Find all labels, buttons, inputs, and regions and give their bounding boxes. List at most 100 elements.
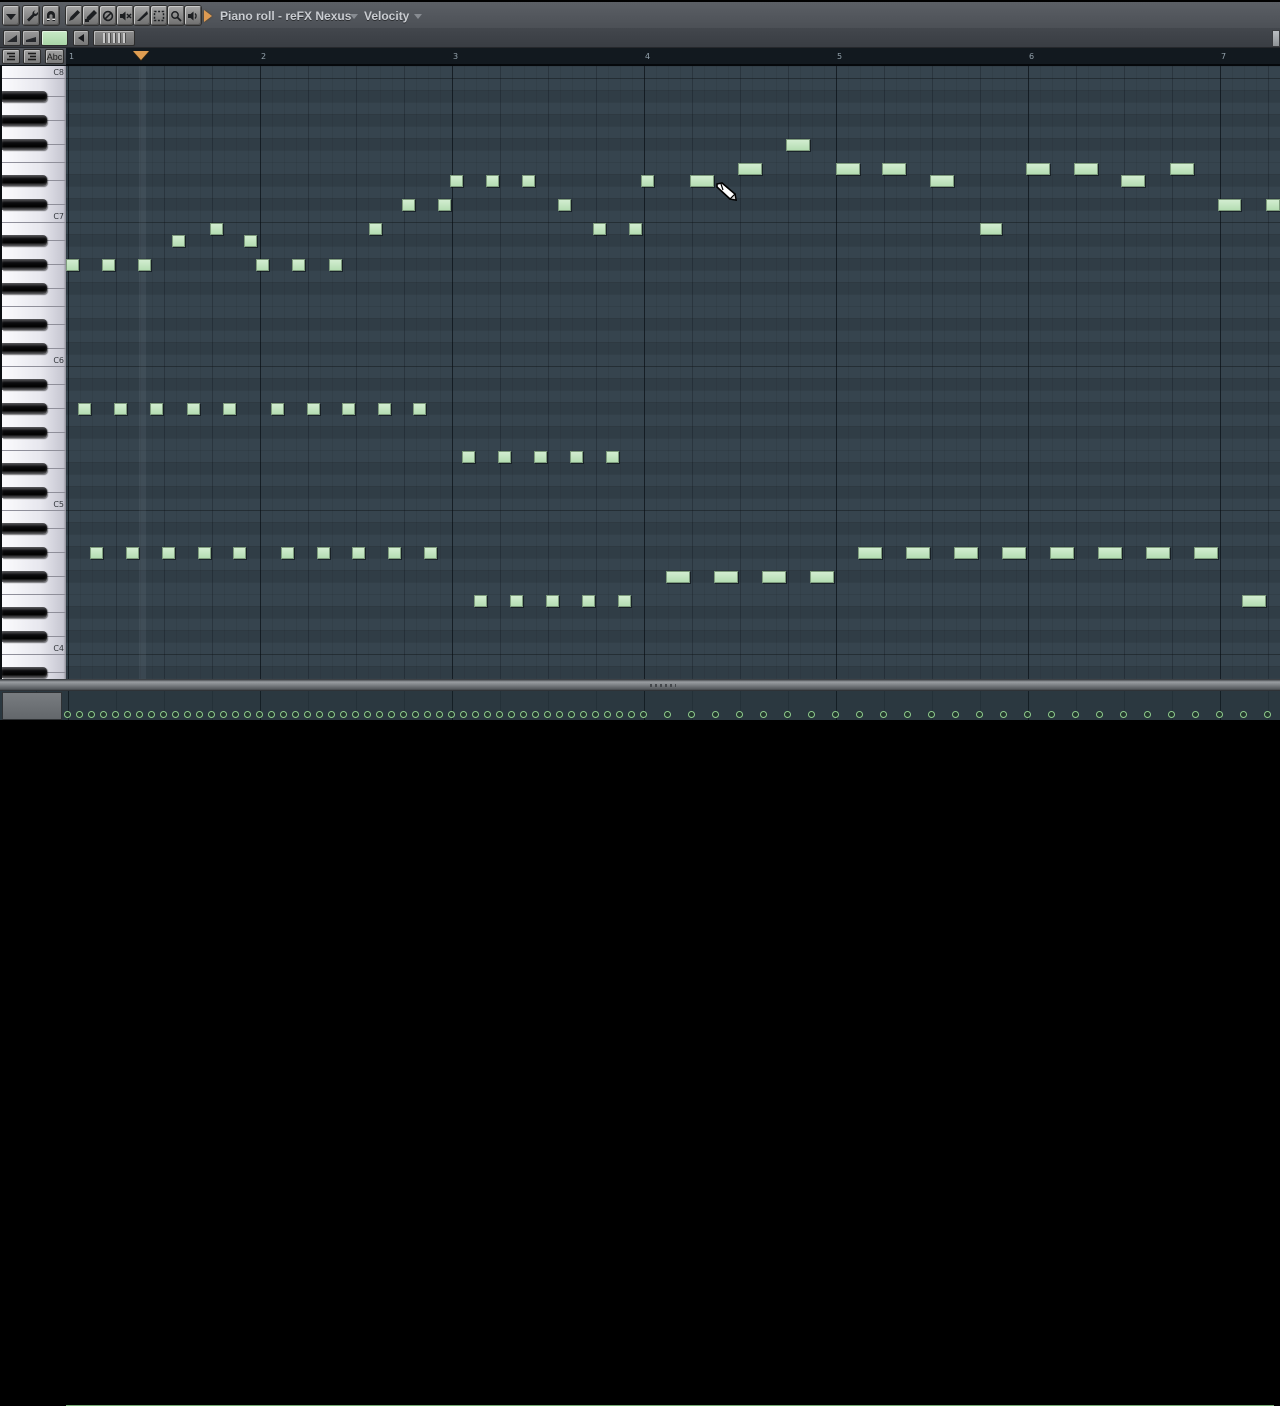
abc-button[interactable]: Abc <box>45 49 64 64</box>
midi-note[interactable] <box>1121 174 1145 187</box>
piano-key-black[interactable] <box>2 282 47 294</box>
midi-note[interactable] <box>606 450 619 463</box>
velocity-marker[interactable] <box>124 711 131 718</box>
midi-note[interactable] <box>786 138 810 151</box>
velocity-marker[interactable] <box>1264 711 1271 718</box>
midi-note[interactable] <box>352 546 365 559</box>
brush-button[interactable] <box>82 5 100 26</box>
midi-note[interactable] <box>90 546 103 559</box>
velocity-marker[interactable] <box>556 711 563 718</box>
midi-note[interactable] <box>369 222 382 235</box>
prev-arrow-icon[interactable] <box>73 30 89 46</box>
pencil-button[interactable] <box>65 5 83 26</box>
velocity-marker[interactable] <box>208 711 215 718</box>
midi-note[interactable] <box>198 546 211 559</box>
piano-key-black[interactable] <box>2 666 47 678</box>
piano-key-black[interactable] <box>2 378 47 390</box>
midi-note[interactable] <box>1242 594 1266 607</box>
midi-note[interactable] <box>172 234 185 247</box>
midi-note[interactable] <box>281 546 294 559</box>
midi-note[interactable] <box>570 450 583 463</box>
midi-note[interactable] <box>317 546 330 559</box>
midi-note[interactable] <box>114 402 127 415</box>
velocity-marker[interactable] <box>388 711 395 718</box>
panel-splitter[interactable] <box>0 679 1280 691</box>
note-color-swatch[interactable] <box>41 30 68 46</box>
midi-note[interactable] <box>450 174 463 187</box>
midi-note[interactable] <box>534 450 547 463</box>
midi-note[interactable] <box>424 546 437 559</box>
midi-note[interactable] <box>486 174 499 187</box>
piano-key-black[interactable] <box>2 630 47 642</box>
velocity-marker[interactable] <box>616 711 623 718</box>
piano-key-black[interactable] <box>2 342 47 354</box>
dropdown-button[interactable] <box>2 5 20 26</box>
velocity-marker[interactable] <box>1144 711 1151 718</box>
velocity-marker[interactable] <box>376 711 383 718</box>
velocity-marker[interactable] <box>268 711 275 718</box>
midi-note[interactable] <box>66 258 79 271</box>
midi-note[interactable] <box>714 570 738 583</box>
piano-key-black[interactable] <box>2 606 47 618</box>
velocity-marker[interactable] <box>292 711 299 718</box>
midi-note[interactable] <box>522 174 535 187</box>
velocity-marker[interactable] <box>328 711 335 718</box>
velocity-marker[interactable] <box>64 711 71 718</box>
midi-note[interactable] <box>510 594 523 607</box>
velocity-marker[interactable] <box>148 711 155 718</box>
velocity-marker[interactable] <box>436 711 443 718</box>
midi-note[interactable] <box>388 546 401 559</box>
velocity-marker[interactable] <box>484 711 491 718</box>
midi-note[interactable] <box>1218 198 1241 211</box>
velocity-marker[interactable] <box>520 711 527 718</box>
velocity-marker[interactable] <box>256 711 263 718</box>
midi-note[interactable] <box>1266 198 1280 211</box>
zoom-button[interactable] <box>167 5 185 26</box>
midi-note[interactable] <box>244 234 257 247</box>
velocity-marker[interactable] <box>904 711 911 718</box>
piano-key-black[interactable] <box>2 486 47 498</box>
midi-note[interactable] <box>930 174 954 187</box>
midi-note[interactable] <box>954 546 978 559</box>
midi-note[interactable] <box>882 162 906 175</box>
midi-note[interactable] <box>474 594 487 607</box>
piano-key-black[interactable] <box>2 402 47 414</box>
midi-note[interactable] <box>498 450 511 463</box>
velocity-lane[interactable] <box>0 691 1280 1406</box>
midi-note[interactable] <box>187 402 200 415</box>
midi-note[interactable] <box>690 174 714 187</box>
splitter-grip[interactable] <box>650 684 676 687</box>
velocity-marker[interactable] <box>832 711 839 718</box>
piano-key-black[interactable] <box>2 258 47 270</box>
velocity-marker[interactable] <box>640 711 647 718</box>
velocity-marker[interactable] <box>352 711 359 718</box>
velocity-marker[interactable] <box>412 711 419 718</box>
scrollbar-nub[interactable] <box>1272 30 1280 47</box>
velocity-marker[interactable] <box>196 711 203 718</box>
midi-note[interactable] <box>378 402 391 415</box>
piano-key-black[interactable] <box>2 114 47 126</box>
velocity-dropdown-icon[interactable] <box>414 14 422 19</box>
timeline-ruler[interactable]: 1 2 3 4 5 6 7 <box>66 48 1280 66</box>
midi-note[interactable] <box>402 198 415 211</box>
velocity-marker[interactable] <box>340 711 347 718</box>
slide-icon[interactable] <box>3 30 21 46</box>
piano-key-black[interactable] <box>2 90 47 102</box>
midi-note[interactable] <box>126 546 139 559</box>
velocity-marker[interactable] <box>544 711 551 718</box>
midi-note[interactable] <box>223 402 236 415</box>
midi-note[interactable] <box>102 258 115 271</box>
velocity-marker[interactable] <box>172 711 179 718</box>
midi-note[interactable] <box>629 222 642 235</box>
midi-note[interactable] <box>271 402 284 415</box>
midi-note[interactable] <box>558 198 571 211</box>
velocity-marker[interactable] <box>532 711 539 718</box>
midi-note[interactable] <box>858 546 882 559</box>
midi-note[interactable] <box>546 594 559 607</box>
midi-note[interactable] <box>78 402 91 415</box>
midi-note[interactable] <box>1074 162 1098 175</box>
playback-button[interactable] <box>184 5 202 26</box>
midi-note[interactable] <box>906 546 930 559</box>
velocity-marker[interactable] <box>952 711 959 718</box>
page-title[interactable]: Piano roll - reFX Nexus <box>220 9 351 23</box>
